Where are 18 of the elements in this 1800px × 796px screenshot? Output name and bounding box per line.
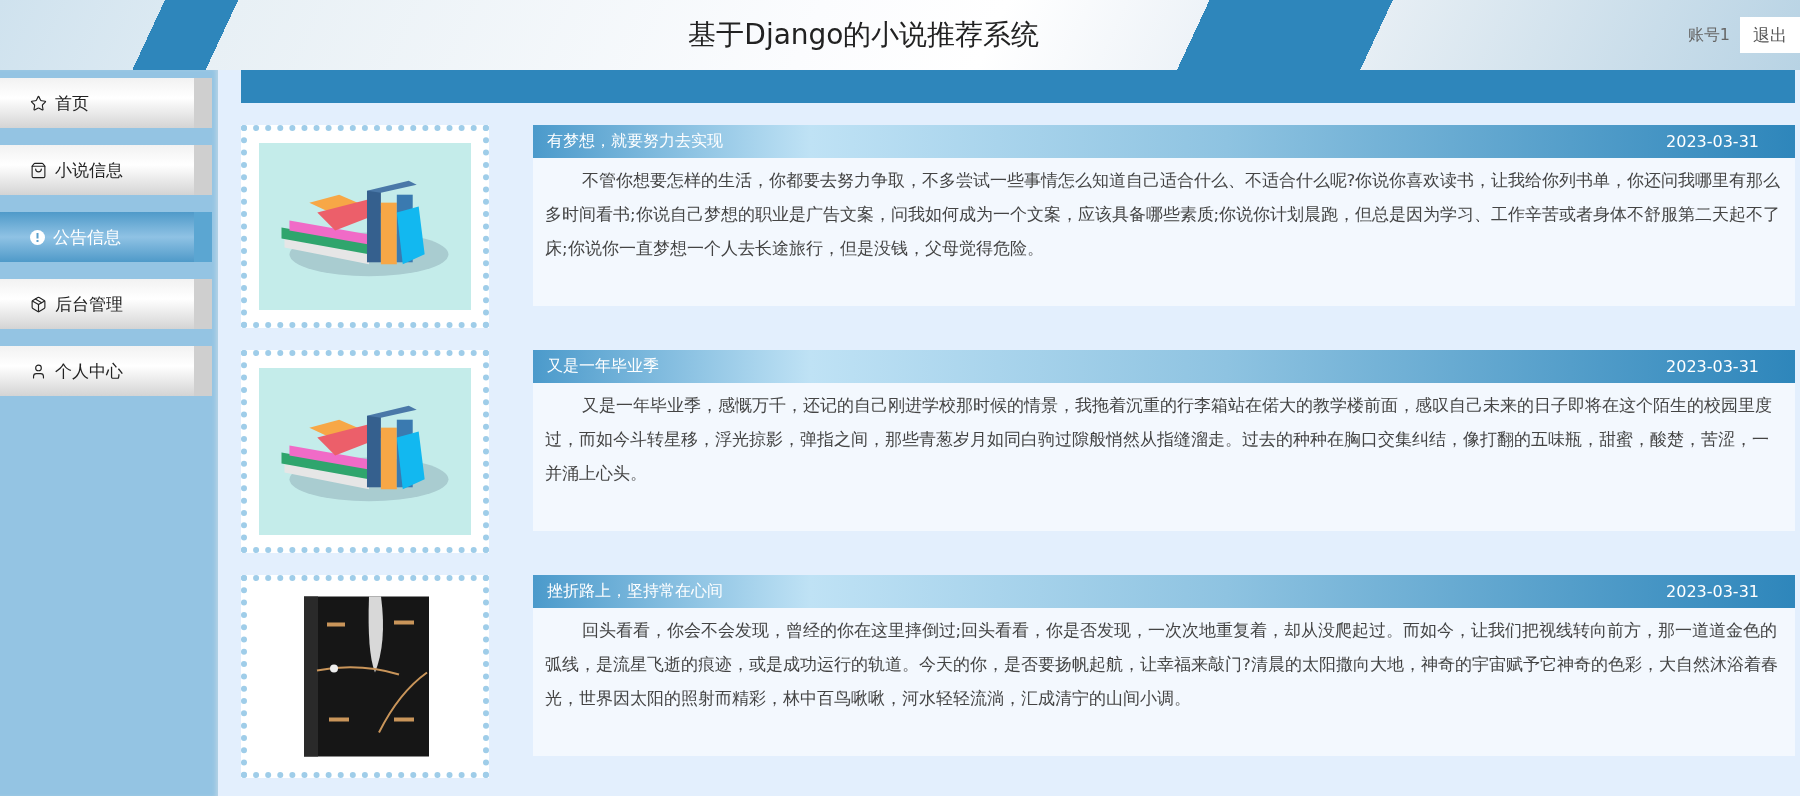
sidebar-item[interactable]: 小说信息	[0, 145, 212, 195]
sidebar-item[interactable]: 首页	[0, 78, 212, 128]
notice-date: 2023-03-31	[1666, 132, 1759, 151]
notice-date: 2023-03-31	[1666, 582, 1759, 601]
site-title: 基于Django的小说推荐系统	[687, 17, 1041, 53]
notice-text: 又是一年毕业季，感慨万千，还记的自己刚进学校那时候的情景，我拖着沉重的行李箱站在偌大的教学楼前面，感叹自己未来的日子即将在这个陌生的校园里度过，而如今斗转星移，浮光掠影，弹指之间，那些青葱岁月如同白驹过隙般悄然从指缝溜走。过去的种种在胸口交集纠结，像打翻的五味瓶，甜蜜，酸楚，苦涩，一并涌上心头。	[544, 395, 1773, 485]
star-icon	[30, 94, 47, 112]
bag-icon	[30, 161, 47, 179]
user-icon	[30, 362, 47, 380]
alert-icon	[30, 229, 45, 245]
sidebar-item[interactable]: 后台管理	[0, 279, 212, 329]
account-name: 账号1	[1687, 24, 1730, 46]
notice-text: 回头看看，你会不会发现，曾经的你在这里摔倒过;回头看看，你是否发现，一次次地重复着，却从没爬起过。而如今，让我们把视线转向前方，那一道道金色的弧线，是流星飞逝的痕迹，或是成功运行的轨道。今天的你，是否要扬帆起航，让幸福来敲门?清晨的太阳撒向大地，神奇的宇宙赋予它神奇的色彩，大自然沐浴着春光，世界因太阳的照射而精彩，林中百鸟啾啾，河水轻轻流淌，汇成清宁的山间小调。	[544, 620, 1779, 710]
notice-text: 不管你想要怎样的生活，你都要去努力争取，不多尝试一些事情怎么知道自己适合什么、不适合什么呢?你说你喜欢读书，让我给你列书单，你还问我哪里有那么多时间看书;你说自己梦想的职业是广告文案，问我如何成为一个文案，应该具备哪些素质;你说你计划晨跑，但总是因为学习、工作辛苦或者身体不舒服第二天起不了床;你说你一直梦想一个人去长途旅行，但是没钱，父母觉得危险。	[544, 170, 1782, 260]
sidebar-item[interactable]: 个人中心	[0, 346, 212, 396]
box-icon	[30, 295, 47, 313]
notice-date: 2023-03-31	[1666, 357, 1759, 376]
logout-button[interactable]: 退出	[1740, 17, 1800, 53]
